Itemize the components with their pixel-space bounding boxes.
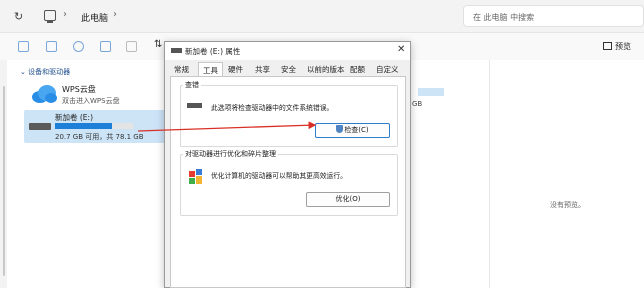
dialog-title-bar[interactable]: 新加卷 (E:) 属性 ✕	[165, 42, 410, 60]
tools-tab-panel: 查错 此选项将检查驱动器中的文件系统错误。 检查(C) 对驱动器进行优化和碎片整…	[170, 76, 406, 288]
group-header-label: 设备和驱动器	[28, 68, 71, 76]
preview-divider[interactable]	[489, 60, 490, 288]
tab-quota[interactable]: 配额	[350, 64, 365, 75]
tab-previous-versions[interactable]: 以前的版本	[307, 64, 345, 75]
preview-button[interactable]: 预览	[603, 41, 631, 52]
group-header[interactable]: ⌄ 设备和驱动器	[20, 67, 70, 77]
dialog-title: 新加卷 (E:) 属性	[185, 47, 241, 56]
hidden-drive-stats: GB	[412, 100, 423, 108]
drive-e-item[interactable]: 新加卷 (E:) 20.7 GB 可用，共 78.1 GB	[24, 110, 176, 143]
drive-usage-bar	[55, 123, 133, 129]
wps-cloud-item[interactable]: WPS云盘 双击进入WPS云盘	[29, 82, 169, 110]
preview-label: 预览	[615, 42, 631, 51]
paste-icon[interactable]	[46, 41, 57, 52]
check-button[interactable]: 检查(C)	[315, 123, 390, 138]
preview-pane-icon	[603, 42, 612, 50]
drive-usage-fill	[55, 123, 112, 129]
shield-icon	[336, 125, 344, 133]
address-bar: ↻ › 此电脑 › 在 此电脑 中搜索	[0, 0, 644, 33]
error-check-section: 查错 此选项将检查驱动器中的文件系统错误。 检查(C)	[180, 80, 398, 147]
defrag-icon	[189, 169, 202, 184]
drive-stats: 20.7 GB 可用，共 78.1 GB	[55, 133, 144, 141]
refresh-icon[interactable]: ↻	[14, 10, 26, 23]
breadcrumb[interactable]: 此电脑	[81, 11, 108, 24]
wps-name: WPS云盘	[62, 85, 96, 94]
optimize-description: 优化计算机的驱动器可以帮助其更高效运行。	[211, 172, 347, 180]
properties-dialog: 新加卷 (E:) 属性 ✕ 常规 工具 硬件 共享 安全 以前的版本 配额 自定…	[164, 41, 411, 288]
tab-sharing[interactable]: 共享	[255, 64, 270, 75]
tab-security[interactable]: 安全	[281, 64, 296, 75]
delete-icon[interactable]	[126, 41, 137, 52]
wps-subtitle: 双击进入WPS云盘	[62, 97, 120, 105]
tab-customize[interactable]: 自定义	[376, 64, 399, 75]
tab-hardware[interactable]: 硬件	[228, 64, 243, 75]
this-pc-icon	[44, 10, 56, 23]
tab-general[interactable]: 常规	[174, 64, 189, 75]
copy-icon[interactable]	[18, 41, 29, 52]
chevron-right-icon[interactable]: ›	[113, 9, 117, 20]
tab-tools[interactable]: 工具	[198, 62, 223, 77]
optimize-title: 对驱动器进行优化和碎片整理	[183, 149, 278, 159]
drive-icon	[171, 48, 182, 53]
optimize-button[interactable]: 优化(O)	[306, 192, 390, 207]
drive-icon	[29, 123, 51, 130]
search-input[interactable]: 在 此电脑 中搜索	[463, 5, 644, 27]
search-placeholder: 在 此电脑 中搜索	[473, 13, 535, 22]
scrollbar[interactable]	[3, 86, 5, 276]
close-icon[interactable]: ✕	[397, 44, 405, 55]
sort-icon[interactable]: ⇅	[154, 39, 162, 50]
share-icon[interactable]	[100, 41, 111, 52]
chevron-right-icon[interactable]: ›	[63, 9, 67, 20]
cloud-icon	[32, 85, 57, 103]
no-preview-text: 没有预览。	[550, 201, 585, 209]
hidden-drive-usage-bar	[418, 88, 444, 96]
drive-name: 新加卷 (E:)	[55, 113, 94, 122]
error-check-title: 查错	[183, 80, 201, 90]
tab-strip: 常规 工具 硬件 共享 安全 以前的版本 配额 自定义	[170, 62, 410, 77]
drive-icon	[187, 103, 202, 108]
error-check-description: 此选项将检查驱动器中的文件系统错误。	[211, 104, 334, 112]
navigation-pane[interactable]	[0, 60, 7, 288]
check-button-label: 检查(C)	[344, 126, 369, 134]
rename-icon[interactable]	[73, 41, 84, 52]
optimize-section: 对驱动器进行优化和碎片整理 优化计算机的驱动器可以帮助其更高效运行。 优化(O)	[180, 149, 398, 216]
